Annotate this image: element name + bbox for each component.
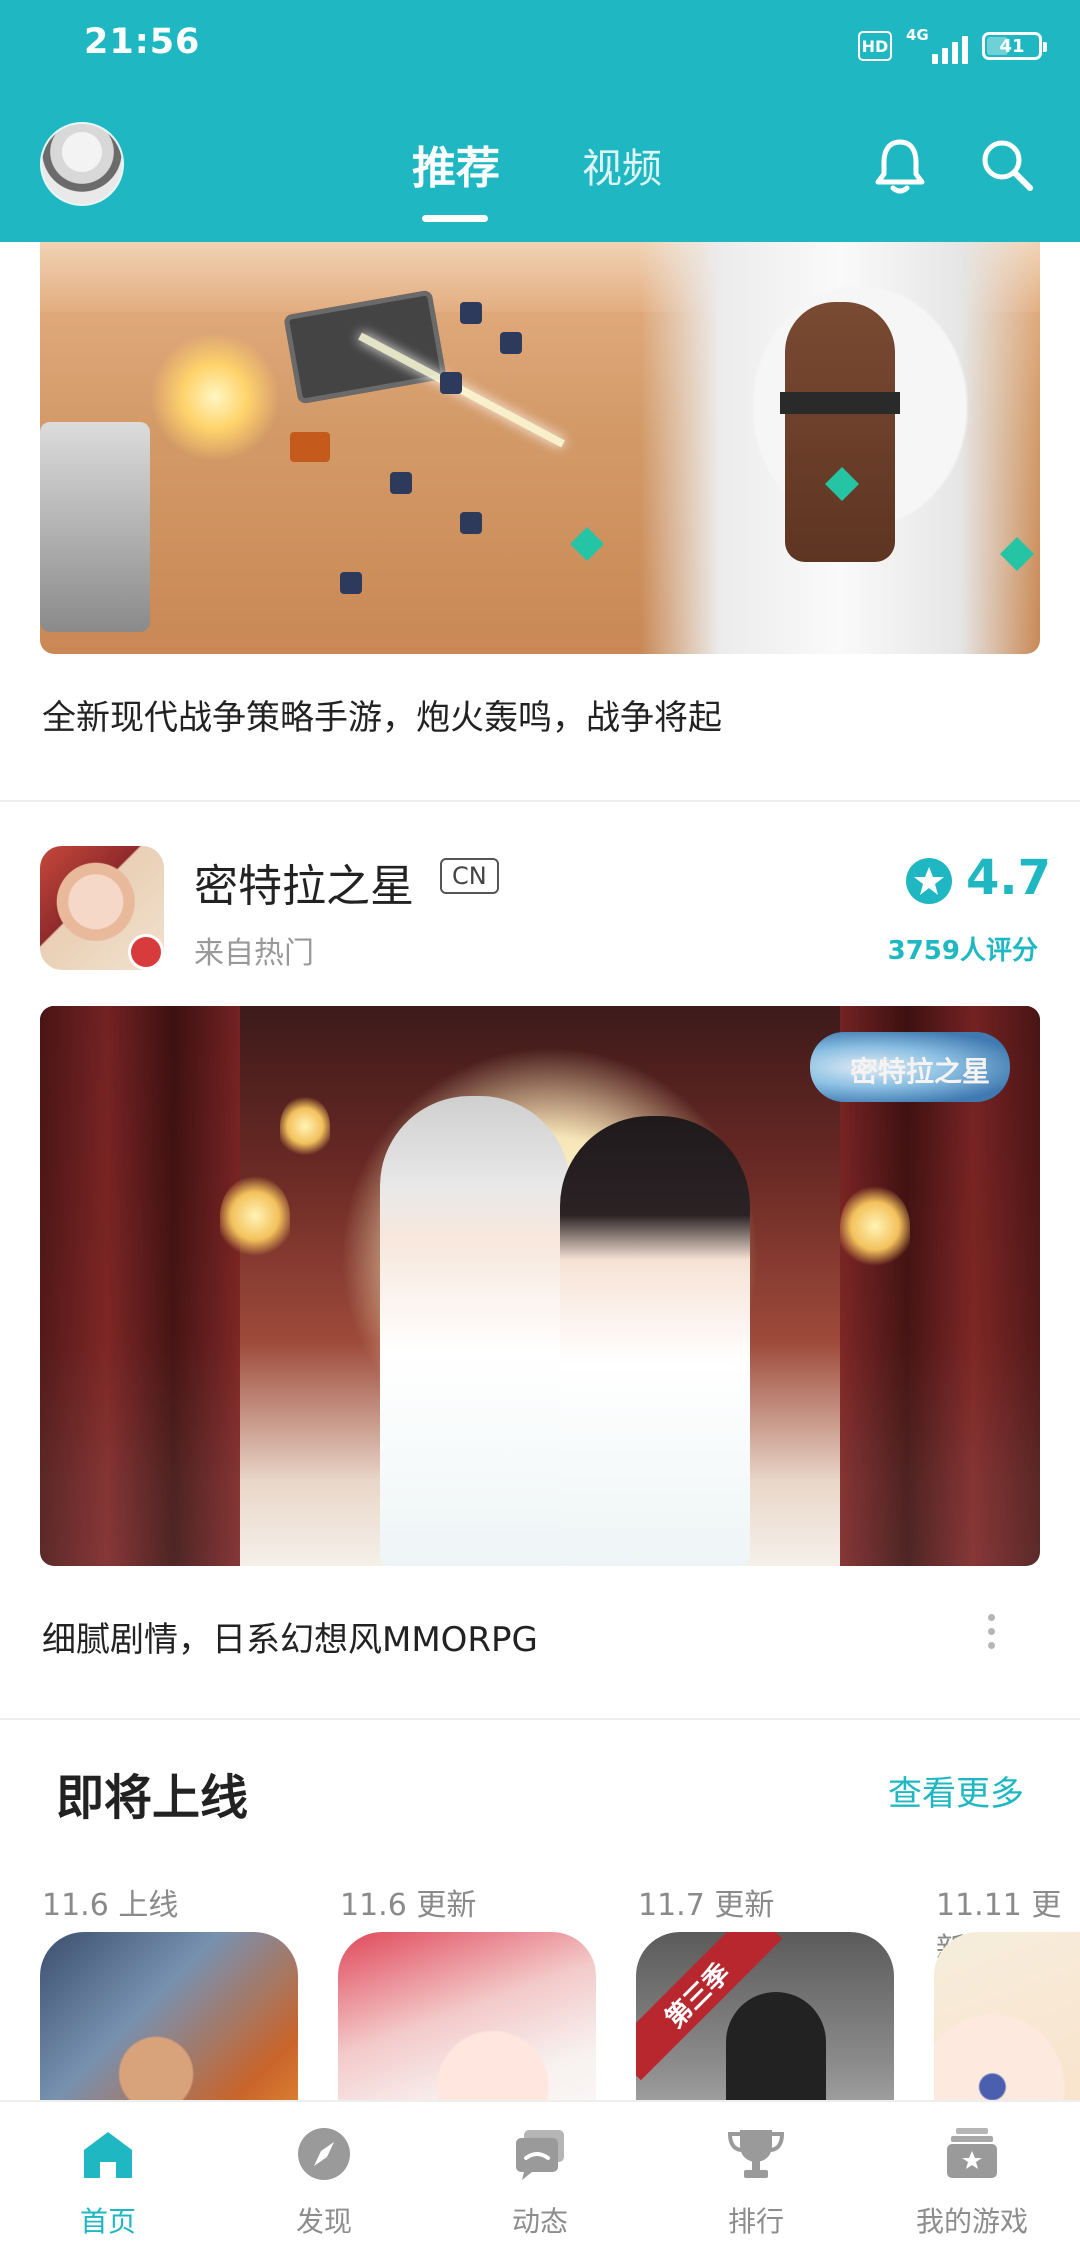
- section-title-upcoming: 即将上线: [56, 1770, 249, 1826]
- nav-label: 动态: [511, 2205, 568, 2238]
- nav-my-games[interactable]: 我的游戏: [864, 2102, 1080, 2250]
- home-icon: [78, 2124, 138, 2184]
- game-logo-text: 密特拉之星: [850, 1055, 991, 1088]
- upcoming-date-label: 11.6 上线: [42, 1888, 179, 1923]
- star-icon: [906, 858, 952, 904]
- nav-label: 我的游戏: [915, 2205, 1028, 2238]
- upcoming-date-label: 11.6 更新: [340, 1888, 477, 1923]
- compass-icon: [294, 2124, 354, 2184]
- game-banner-mitra-star[interactable]: 密特拉之星: [40, 1006, 1040, 1566]
- rating-score: 4.7: [966, 850, 1052, 906]
- region-tag: CN: [440, 858, 499, 894]
- tab-video[interactable]: 视频: [582, 136, 662, 194]
- upcoming-date-label: 11.7 更新: [638, 1888, 775, 1923]
- game-title[interactable]: 密特拉之星: [194, 850, 414, 914]
- status-icons: HD 4G 41: [858, 26, 1047, 66]
- status-time: 21:56: [84, 22, 201, 62]
- more-options-icon[interactable]: [986, 1614, 996, 1654]
- rating-count: 3759人评分: [887, 936, 1038, 966]
- nav-ranking[interactable]: 排行: [648, 2102, 864, 2250]
- nav-label: 发现: [295, 2205, 352, 2238]
- chat-icon: [510, 2124, 570, 2184]
- battery-percent: 41: [999, 35, 1025, 57]
- game-library-icon: [942, 2124, 1002, 2184]
- bell-icon[interactable]: [872, 136, 928, 196]
- user-avatar[interactable]: [40, 122, 124, 206]
- hd-icon: HD: [858, 31, 892, 61]
- nav-activity[interactable]: 动态: [432, 2102, 648, 2250]
- trophy-icon: [726, 2124, 786, 2184]
- nav-label: 排行: [727, 2205, 784, 2238]
- platform-badge-icon: [128, 934, 164, 970]
- card-caption: 全新现代战争策略手游，炮火轰鸣，战争将起: [42, 698, 722, 738]
- tab-recommended[interactable]: 推荐: [412, 132, 500, 196]
- active-tab-indicator: [422, 215, 488, 222]
- divider: [0, 800, 1080, 802]
- bottom-navigation: 首页 发现 动态 排行 我的游戏: [0, 2100, 1080, 2250]
- top-app-bar: 21:56 HD 4G 41 推荐 视频: [0, 0, 1080, 242]
- game-banner-war-strategy[interactable]: [40, 242, 1040, 654]
- battery-icon: 41: [982, 32, 1047, 60]
- nav-label: 首页: [79, 2205, 136, 2238]
- nav-discover[interactable]: 发现: [216, 2102, 432, 2250]
- network-type: 4G: [906, 26, 929, 44]
- game-logo: 密特拉之星: [810, 1032, 1010, 1102]
- signal-icon: 4G: [906, 26, 968, 64]
- see-more-link[interactable]: 查看更多: [888, 1766, 1024, 1815]
- divider: [0, 1718, 1080, 1720]
- nav-home[interactable]: 首页: [0, 2102, 216, 2250]
- search-icon[interactable]: [978, 136, 1036, 194]
- game-icon-mitra-star[interactable]: [40, 846, 164, 970]
- game-source: 来自热门: [194, 936, 314, 971]
- card-caption: 细腻剧情，日系幻想风MMORPG: [42, 1620, 538, 1660]
